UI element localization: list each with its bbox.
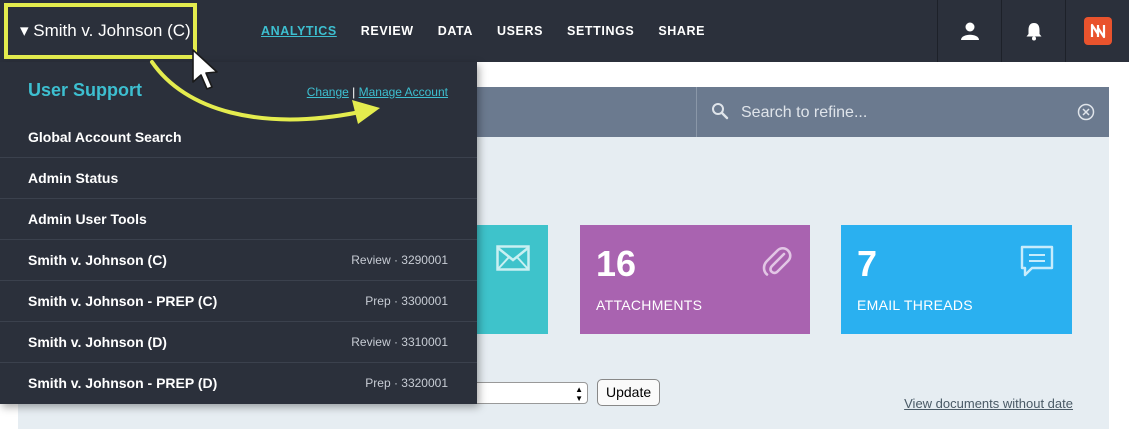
dropdown-item-name: Smith v. Johnson (C)	[28, 252, 167, 268]
dropdown-item-case[interactable]: Smith v. Johnson (D) Review · 3310001	[0, 322, 477, 363]
dropdown-item-case[interactable]: Smith v. Johnson - PREP (C) Prep · 33000…	[0, 281, 477, 322]
dropdown-list: Global Account Search Admin Status Admin…	[0, 117, 477, 403]
dropdown-item-admin-user-tools[interactable]: Admin User Tools	[0, 199, 477, 240]
account-dropdown: User Support Change | Manage Account Glo…	[0, 62, 477, 404]
dropdown-title: User Support	[28, 80, 143, 100]
clear-search-icon[interactable]	[1077, 103, 1095, 121]
select-arrows-icon: ▲ ▼	[575, 385, 583, 403]
dropdown-links: Change | Manage Account	[307, 85, 448, 99]
user-button[interactable]	[937, 0, 1001, 62]
link-separator: |	[348, 85, 359, 99]
dropdown-item-meta: Review · 3310001	[351, 335, 448, 349]
attachments-label: ATTACHMENTS	[596, 297, 703, 313]
top-icon-group	[937, 0, 1129, 62]
email-threads-count: 7	[857, 243, 878, 284]
manage-account-link[interactable]: Manage Account	[359, 85, 448, 99]
dropdown-item-case[interactable]: Smith v. Johnson (C) Review · 3290001	[0, 240, 477, 281]
dropdown-item-name: Global Account Search	[28, 129, 182, 145]
change-link[interactable]: Change	[307, 85, 349, 99]
dropdown-item-meta: Prep · 3300001	[365, 294, 448, 308]
attachments-card[interactable]: 16 ATTACHMENTS	[580, 225, 810, 334]
dropdown-item-admin-status[interactable]: Admin Status	[0, 158, 477, 199]
case-selector-button[interactable]: ▾ Smith v. Johnson (C)	[4, 3, 197, 59]
notifications-button[interactable]	[1001, 0, 1065, 62]
search-area	[696, 87, 1109, 137]
dropdown-item-meta: Review · 3290001	[351, 253, 448, 267]
bell-icon	[1026, 23, 1041, 41]
main-nav: ANALYTICS REVIEW DATA USERS SETTINGS SHA…	[261, 0, 729, 62]
envelope-icon	[496, 245, 530, 271]
app-logo-button[interactable]	[1065, 0, 1129, 62]
dropdown-item-name: Smith v. Johnson - PREP (D)	[28, 375, 218, 391]
dropdown-item-global-account-search[interactable]: Global Account Search	[0, 117, 477, 158]
search-input[interactable]	[739, 99, 1063, 127]
nav-share[interactable]: SHARE	[658, 24, 705, 38]
nav-review[interactable]: REVIEW	[361, 24, 414, 38]
app-logo-icon	[1083, 17, 1112, 45]
nav-settings[interactable]: SETTINGS	[567, 24, 634, 38]
attachments-count: 16	[596, 243, 637, 284]
nav-users[interactable]: USERS	[497, 24, 543, 38]
dropdown-item-name: Admin Status	[28, 170, 119, 186]
chat-bubble-icon	[1020, 245, 1054, 277]
user-icon	[960, 22, 979, 40]
update-button[interactable]: Update	[597, 379, 661, 406]
nav-data[interactable]: DATA	[438, 24, 473, 38]
dropdown-item-case[interactable]: Smith v. Johnson - PREP (D) Prep · 33200…	[0, 363, 477, 403]
dropdown-item-meta: Prep · 3320001	[365, 376, 448, 390]
view-without-date-link[interactable]: View documents without date	[904, 396, 1073, 411]
dropdown-item-name: Admin User Tools	[28, 211, 147, 227]
top-navbar: ▾ Smith v. Johnson (C) ANALYTICS REVIEW …	[0, 0, 1129, 62]
email-threads-label: EMAIL THREADS	[857, 297, 973, 313]
nav-analytics[interactable]: ANALYTICS	[261, 24, 337, 38]
dropdown-item-name: Smith v. Johnson - PREP (C)	[28, 293, 218, 309]
email-threads-card[interactable]: 7 EMAIL THREADS	[841, 225, 1072, 334]
dropdown-item-name: Smith v. Johnson (D)	[28, 334, 167, 350]
paperclip-icon	[762, 246, 792, 276]
search-icon	[712, 103, 729, 120]
